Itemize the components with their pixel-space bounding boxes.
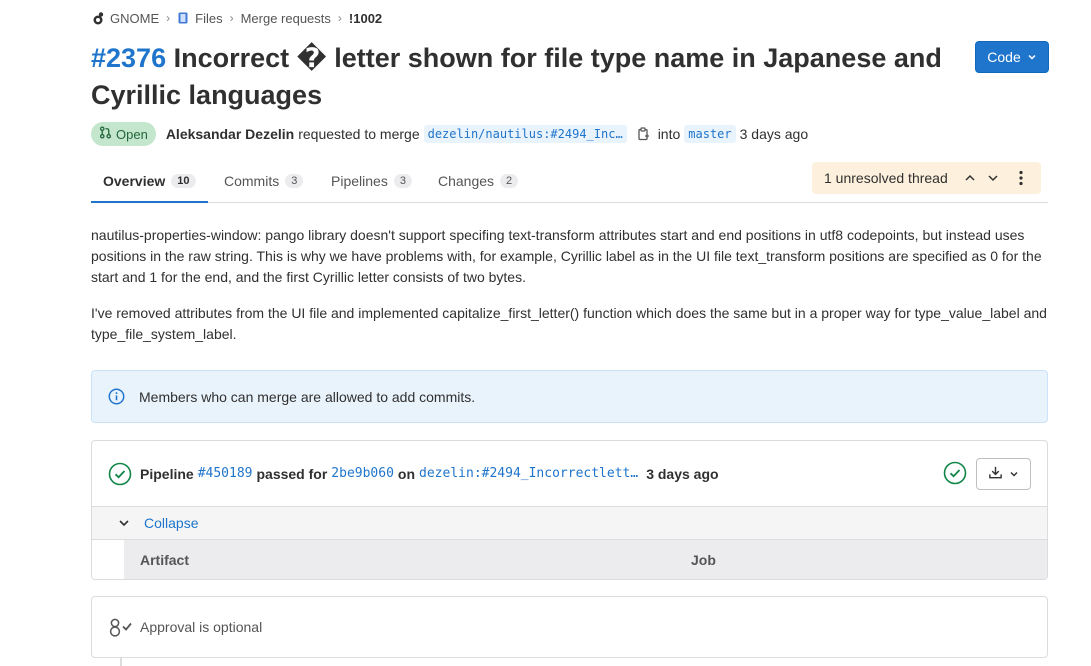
- approval-widget: Approval is optional: [91, 596, 1048, 658]
- chevron-down-icon: [1009, 467, 1019, 482]
- tab-changes[interactable]: Changes 2: [438, 160, 519, 202]
- copy-branch-icon[interactable]: [637, 127, 650, 141]
- unresolved-threads-label: 1 unresolved thread: [824, 170, 948, 186]
- source-branch-link[interactable]: dezelin/nautilus:#2494_Inc…: [423, 125, 627, 143]
- mr-reference: #2376: [91, 43, 167, 73]
- status-success-icon[interactable]: [108, 462, 132, 486]
- breadcrumb-project-label: Files: [195, 10, 223, 26]
- chevron-right-icon: ›: [229, 11, 234, 25]
- artifact-gutter: [92, 539, 124, 579]
- target-branch-link[interactable]: master: [684, 125, 736, 143]
- tab-commits[interactable]: Commits 3: [224, 160, 304, 202]
- tab-label: Overview: [103, 173, 166, 189]
- tab-pipelines[interactable]: Pipelines 3: [331, 160, 412, 202]
- pipeline-label: Pipeline: [140, 465, 194, 482]
- breadcrumb-project[interactable]: Files: [177, 10, 223, 26]
- commit-sha-link[interactable]: 2be9b060: [331, 466, 394, 481]
- pipeline-time: 3 days ago: [646, 465, 719, 482]
- breadcrumb-group[interactable]: GNOME: [92, 11, 159, 26]
- unresolved-threads: 1 unresolved thread: [812, 162, 1041, 194]
- info-text: Members who can merge are allowed to add…: [139, 388, 476, 405]
- description-paragraph: I've removed attributes from the UI file…: [91, 305, 1047, 342]
- pipeline-row: Pipeline #450189 passed for 2be9b060 on …: [92, 441, 1047, 506]
- chevron-down-icon[interactable]: [983, 168, 1003, 188]
- approval-icon: [108, 616, 134, 638]
- tab-label: Changes: [438, 173, 495, 189]
- merge-request-icon: [99, 126, 112, 142]
- tab-label: Pipelines: [331, 173, 388, 189]
- info-icon: [108, 388, 125, 405]
- status-badge-label: Open: [116, 126, 148, 142]
- into-text: into: [657, 126, 681, 142]
- tab-count: 3: [393, 174, 412, 188]
- pipeline-passed-text: passed for: [256, 465, 328, 482]
- download-artifacts-button[interactable]: [976, 458, 1031, 490]
- mr-description: nautilus-properties-window: pango librar…: [91, 225, 1051, 360]
- requested-text: requested to merge: [298, 126, 420, 142]
- breadcrumb-group-label: GNOME: [110, 10, 160, 26]
- chevron-up-icon[interactable]: [960, 168, 980, 188]
- column-header-artifact: Artifact: [140, 551, 190, 568]
- pipeline-branch-link[interactable]: dezelin:#2494_Incorrectlett…: [419, 466, 638, 481]
- description-paragraph: nautilus-properties-window: pango librar…: [91, 227, 1042, 285]
- code-button-label: Code: [987, 49, 1021, 65]
- breadcrumb: GNOME › Files › Merge requests › !1002: [92, 9, 382, 27]
- tab-count: 10: [171, 174, 196, 188]
- author-link[interactable]: Aleksandar Dezelin: [166, 126, 294, 142]
- more-options-icon[interactable]: [1011, 168, 1031, 188]
- files-app-icon: [177, 12, 189, 24]
- code-dropdown-button[interactable]: Code: [975, 41, 1049, 73]
- artifact-table-header: Artifact Job: [124, 539, 1047, 579]
- timeline-line: [120, 658, 122, 666]
- pipeline-on-text: on: [397, 465, 416, 482]
- stage-success-icon[interactable]: [943, 461, 967, 485]
- tab-overview[interactable]: Overview 10: [91, 160, 207, 203]
- approval-text: Approval is optional: [140, 619, 263, 635]
- page-title: #2376 Incorrect � letter shown for file …: [91, 40, 961, 114]
- tab-count: 3: [285, 174, 304, 188]
- mr-meta: Open Aleksandar Dezelin requested to mer…: [91, 122, 808, 146]
- chevron-right-icon: ›: [337, 11, 342, 25]
- gnome-logo-icon: [92, 11, 104, 25]
- created-time: 3 days ago: [739, 126, 809, 142]
- mr-title-text: Incorrect � letter shown for file type n…: [91, 43, 942, 110]
- tab-count: 2: [500, 174, 519, 188]
- info-alert: Members who can merge are allowed to add…: [91, 370, 1048, 423]
- pipeline-widget: Pipeline #450189 passed for 2be9b060 on …: [91, 440, 1048, 580]
- column-header-job: Job: [691, 551, 716, 568]
- collapse-toggle[interactable]: Collapse: [92, 506, 1047, 539]
- chevron-right-icon: ›: [166, 11, 171, 25]
- chevron-down-icon: [1027, 49, 1037, 65]
- status-badge: Open: [91, 122, 156, 146]
- breadcrumb-current[interactable]: !1002: [349, 11, 382, 26]
- breadcrumb-section[interactable]: Merge requests: [241, 11, 331, 26]
- pipeline-id-link[interactable]: #450189: [198, 466, 253, 481]
- download-icon: [988, 465, 1003, 483]
- collapse-label: Collapse: [144, 515, 199, 531]
- chevron-down-icon: [118, 517, 130, 529]
- tab-label: Commits: [224, 173, 280, 189]
